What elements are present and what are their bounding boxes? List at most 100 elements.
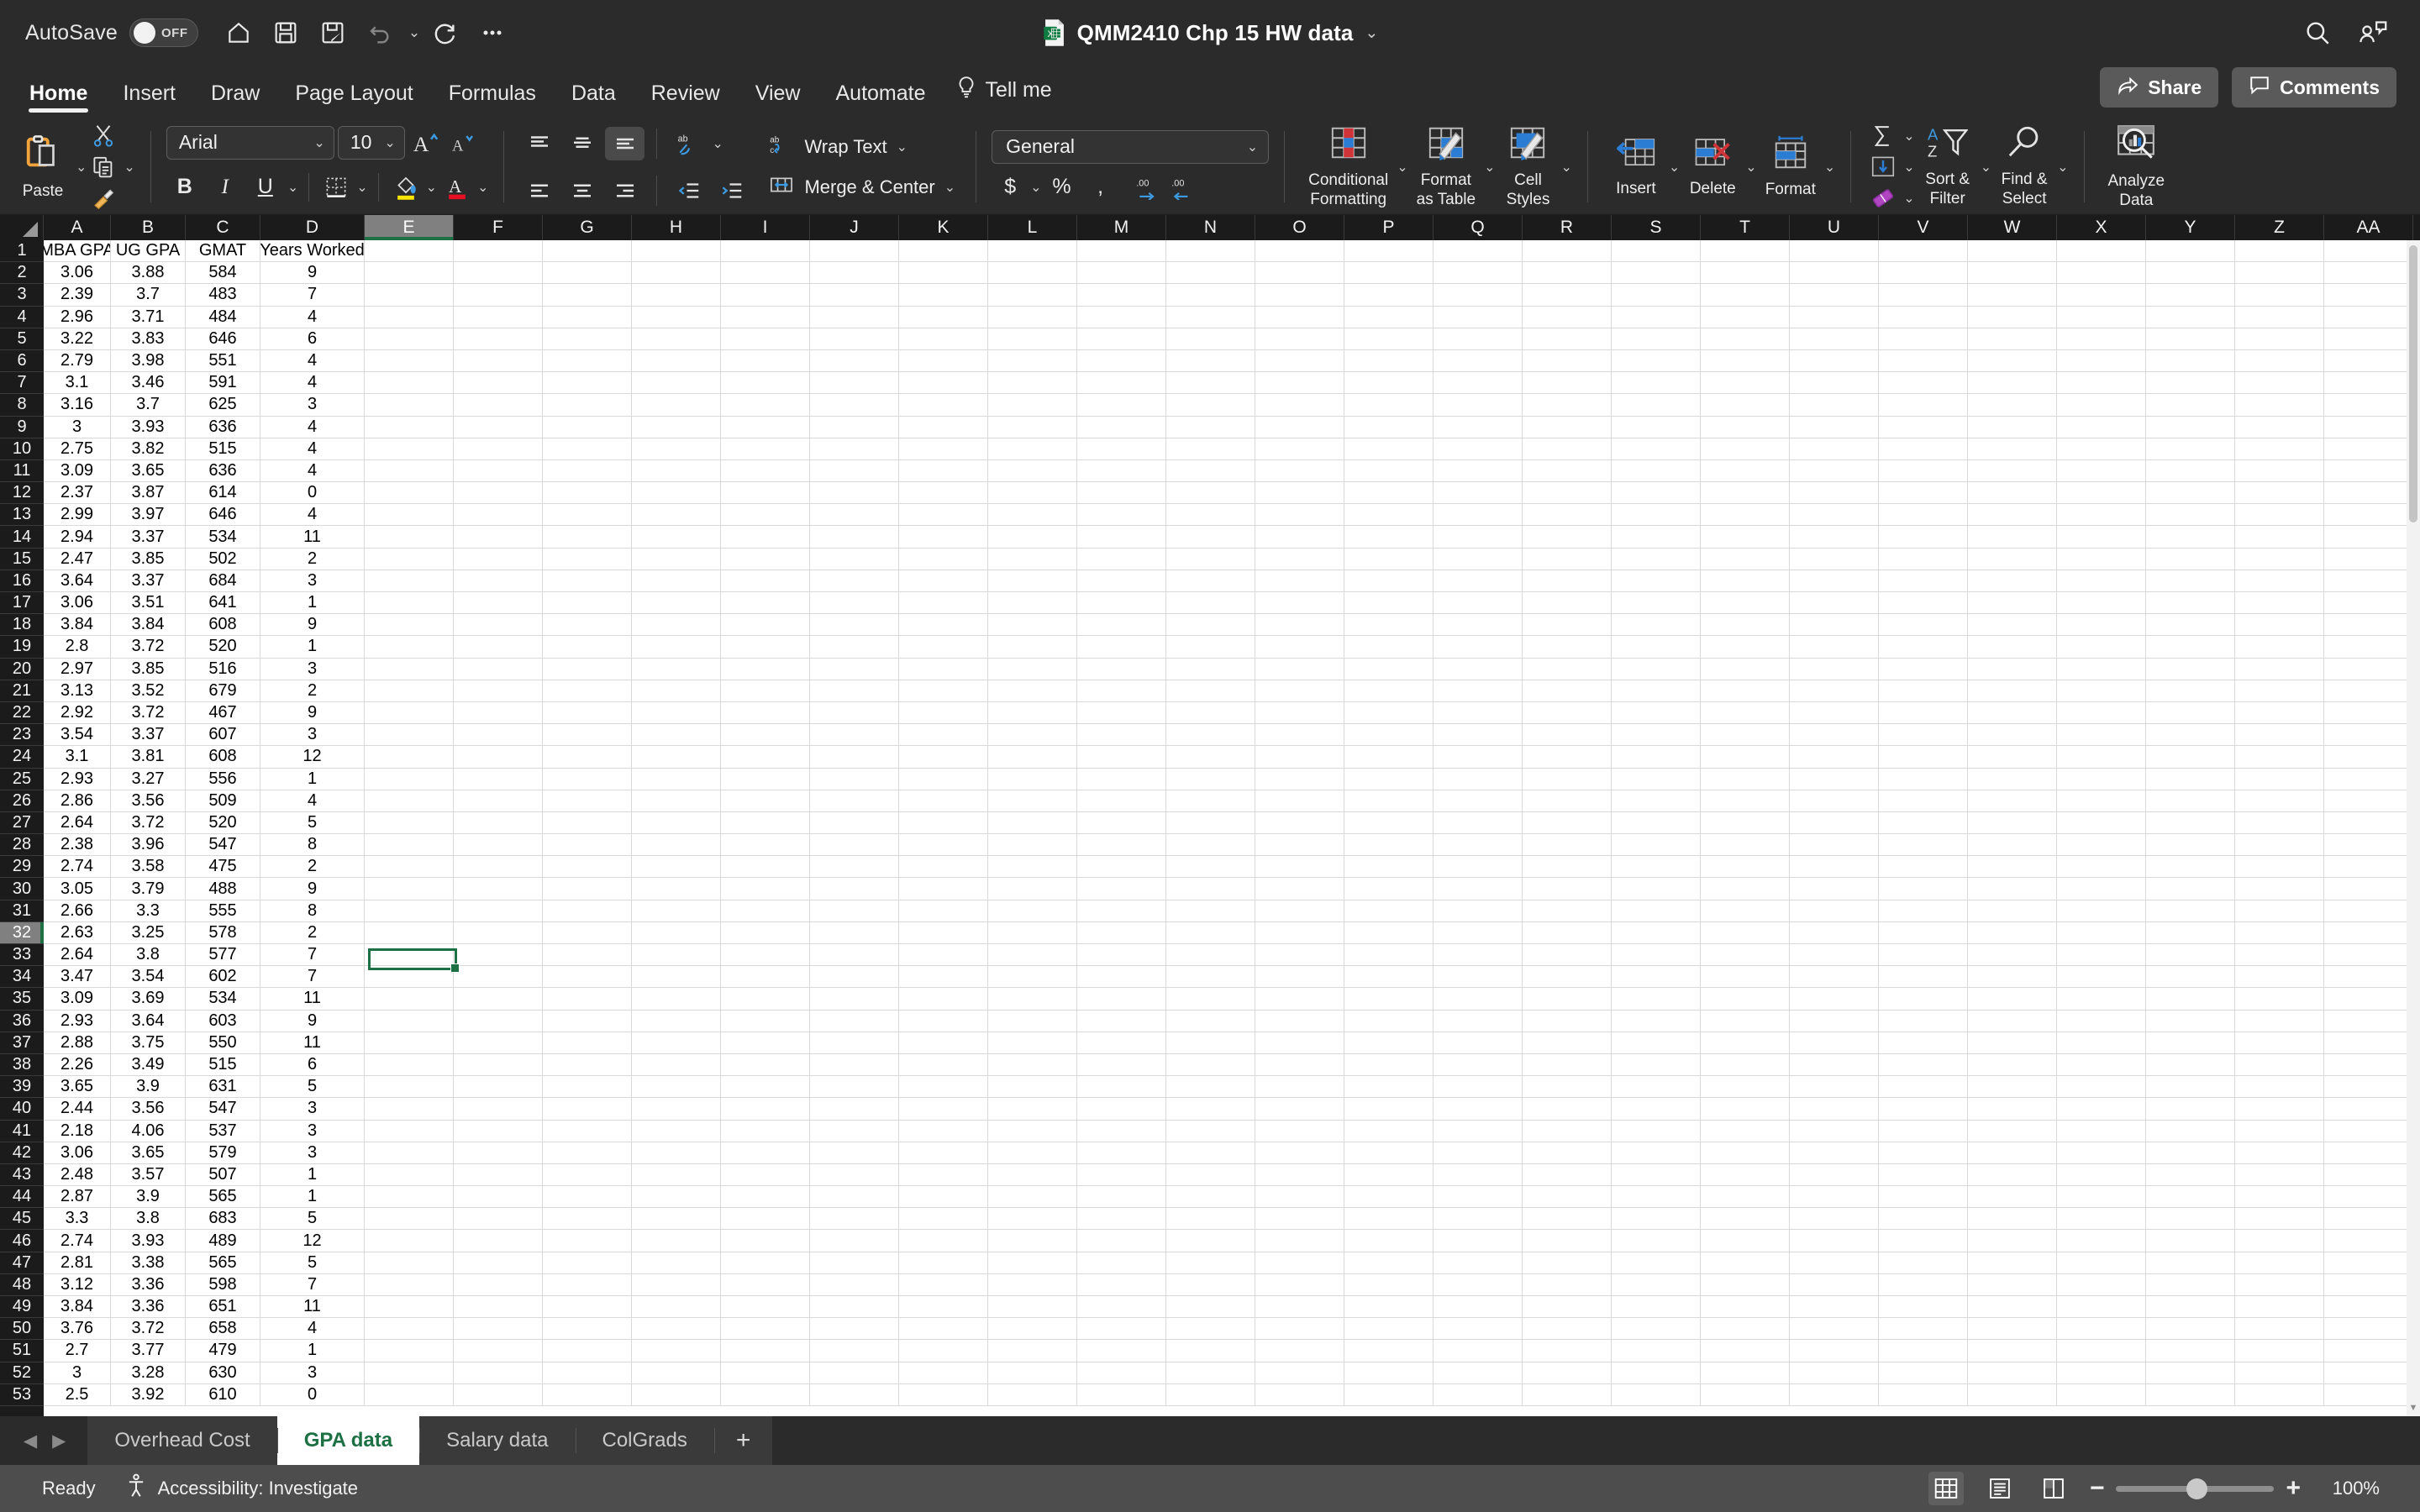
cell-F42[interactable] — [454, 1142, 543, 1163]
cell-N29[interactable] — [1166, 856, 1255, 878]
cell-W1[interactable] — [1968, 240, 2057, 262]
row-header-6[interactable]: 6 — [0, 349, 44, 373]
cell-N43[interactable] — [1166, 1163, 1255, 1186]
cell-W30[interactable] — [1968, 878, 2057, 900]
cell-I27[interactable] — [721, 811, 810, 834]
cell-A44[interactable]: 2.87 — [44, 1186, 111, 1208]
cell-U17[interactable] — [1790, 592, 1879, 614]
cell-C5[interactable]: 646 — [186, 328, 260, 349]
cell-J41[interactable] — [810, 1120, 899, 1142]
cell-G43[interactable] — [543, 1163, 632, 1186]
cell-H40[interactable] — [632, 1098, 721, 1120]
insert-cells-caret-icon[interactable]: ⌄ — [1669, 159, 1680, 176]
cell-R14[interactable] — [1523, 526, 1612, 548]
cell-J47[interactable] — [810, 1252, 899, 1273]
cell-E6[interactable] — [365, 349, 454, 372]
cell-F17[interactable] — [454, 592, 543, 614]
cell-R44[interactable] — [1523, 1186, 1612, 1208]
cell-D13[interactable]: 4 — [260, 504, 365, 526]
cell-Q24[interactable] — [1434, 746, 1523, 768]
row-header-9[interactable]: 9 — [0, 416, 44, 438]
cell-D50[interactable]: 4 — [260, 1318, 365, 1340]
cell-W26[interactable] — [1968, 790, 2057, 811]
cell-Y27[interactable] — [2146, 811, 2235, 834]
cell-R3[interactable] — [1523, 284, 1612, 306]
row-header-52[interactable]: 52 — [0, 1362, 44, 1384]
cell-W49[interactable] — [1968, 1296, 2057, 1318]
cell-U34[interactable] — [1790, 966, 1879, 988]
column-header-J[interactable]: J — [810, 215, 899, 240]
cell-K44[interactable] — [899, 1186, 988, 1208]
cell-M12[interactable] — [1077, 482, 1166, 504]
cell-S19[interactable] — [1612, 636, 1701, 658]
cell-M34[interactable] — [1077, 966, 1166, 988]
cell-W38[interactable] — [1968, 1053, 2057, 1076]
cell-V16[interactable] — [1879, 570, 1968, 591]
cell-B48[interactable]: 3.36 — [111, 1273, 186, 1295]
cell-V43[interactable] — [1879, 1163, 1968, 1186]
cell-Q21[interactable] — [1434, 680, 1523, 701]
cell-R7[interactable] — [1523, 372, 1612, 394]
cell-E9[interactable] — [365, 416, 454, 438]
cell-A38[interactable]: 2.26 — [44, 1053, 111, 1076]
cell-S33[interactable] — [1612, 944, 1701, 966]
cell-L6[interactable] — [988, 349, 1077, 372]
cell-F21[interactable] — [454, 680, 543, 701]
cell-Z9[interactable] — [2235, 416, 2324, 438]
cell-C6[interactable]: 551 — [186, 349, 260, 372]
cell-P41[interactable] — [1344, 1120, 1434, 1142]
cell-K24[interactable] — [899, 746, 988, 768]
cell-I50[interactable] — [721, 1318, 810, 1340]
cell-I25[interactable] — [721, 768, 810, 790]
cell-M40[interactable] — [1077, 1098, 1166, 1120]
decrease-font-size-icon[interactable]: A — [445, 128, 479, 158]
cell-D44[interactable]: 1 — [260, 1186, 365, 1208]
cell-Z39[interactable] — [2235, 1076, 2324, 1098]
cell-F5[interactable] — [454, 328, 543, 349]
cell-X21[interactable] — [2057, 680, 2146, 701]
cell-I4[interactable] — [721, 306, 810, 328]
cell-H3[interactable] — [632, 284, 721, 306]
collaborators-icon[interactable] — [2356, 16, 2390, 50]
cell-X5[interactable] — [2057, 328, 2146, 349]
cell-T39[interactable] — [1701, 1076, 1790, 1098]
column-header-S[interactable]: S — [1612, 215, 1701, 240]
cell-A19[interactable]: 2.8 — [44, 636, 111, 658]
cell-I53[interactable] — [721, 1383, 810, 1405]
cell-C31[interactable]: 555 — [186, 900, 260, 921]
cell-A49[interactable]: 3.84 — [44, 1296, 111, 1318]
cell-M46[interactable] — [1077, 1230, 1166, 1252]
cell-E37[interactable] — [365, 1032, 454, 1053]
cell-G35[interactable] — [543, 988, 632, 1010]
cell-O20[interactable] — [1255, 658, 1344, 680]
cell-F1[interactable] — [454, 240, 543, 262]
cell-H12[interactable] — [632, 482, 721, 504]
cell-X30[interactable] — [2057, 878, 2146, 900]
cell-Y1[interactable] — [2146, 240, 2235, 262]
cell-U20[interactable] — [1790, 658, 1879, 680]
cell-S6[interactable] — [1612, 349, 1701, 372]
cell-D53[interactable]: 0 — [260, 1383, 365, 1405]
cell-H46[interactable] — [632, 1230, 721, 1252]
cell-X50[interactable] — [2057, 1318, 2146, 1340]
cell-B34[interactable]: 3.54 — [111, 966, 186, 988]
cell-G47[interactable] — [543, 1252, 632, 1273]
cell-E1[interactable] — [365, 240, 454, 262]
cell-AA14[interactable] — [2324, 526, 2413, 548]
cell-Z42[interactable] — [2235, 1142, 2324, 1163]
cell-N21[interactable] — [1166, 680, 1255, 701]
cell-D48[interactable]: 7 — [260, 1273, 365, 1295]
cell-X28[interactable] — [2057, 834, 2146, 856]
cell-O9[interactable] — [1255, 416, 1344, 438]
cell-K1[interactable] — [899, 240, 988, 262]
font-name-combobox[interactable]: Arial ⌄ — [166, 125, 334, 160]
cell-K42[interactable] — [899, 1142, 988, 1163]
cell-M15[interactable] — [1077, 548, 1166, 570]
cell-I24[interactable] — [721, 746, 810, 768]
cell-A43[interactable]: 2.48 — [44, 1163, 111, 1186]
cell-N26[interactable] — [1166, 790, 1255, 811]
cell-S31[interactable] — [1612, 900, 1701, 921]
cell-C13[interactable]: 646 — [186, 504, 260, 526]
align-bottom-icon[interactable] — [605, 126, 645, 160]
cell-A42[interactable]: 3.06 — [44, 1142, 111, 1163]
